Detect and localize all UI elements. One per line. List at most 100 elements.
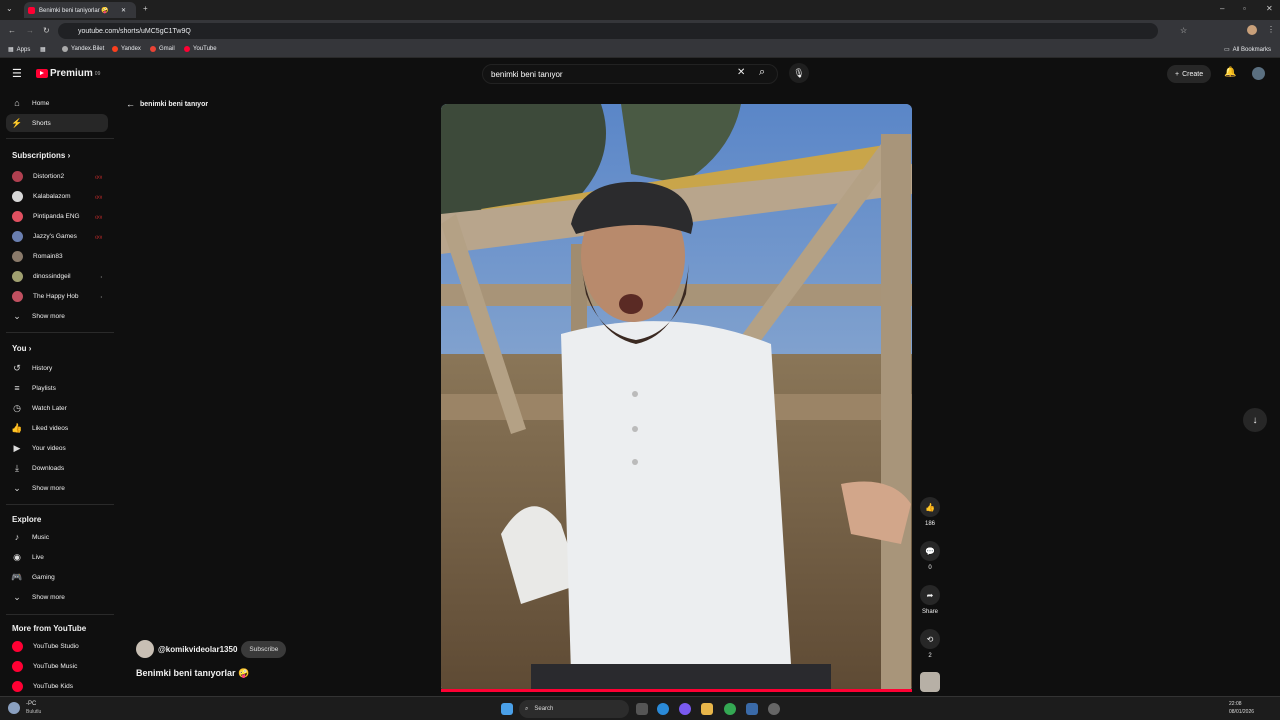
sidebar-sub-kalabalazom[interactable]: Kalabalazom ((•)) [6,187,108,205]
sidebar-item-watch-later[interactable]: ◷ Watch Later [6,399,108,417]
browser-menu-icon[interactable]: ⋮ [1267,25,1275,34]
bookmark-star-icon[interactable]: ☆ [1180,26,1187,35]
you-heading[interactable]: You › [12,344,31,353]
sidebar-sub-pintipanda[interactable]: Pintipanda ENG ((•)) [6,207,108,225]
sidebar-item-liked-videos[interactable]: 👍 Liked videos [6,419,108,437]
new-content-dot-icon: • [100,293,102,299]
remix-button[interactable]: ⟲ 2 [919,629,941,659]
create-button[interactable]: + Create [1167,65,1212,83]
sidebar-sub-dinossindgeil[interactable]: dinossindgeil • [6,267,108,285]
live-indicator-icon: ((•)) [95,213,102,219]
weather-icon[interactable] [8,702,20,714]
share-button[interactable]: ➦ Share [919,585,941,615]
sidebar-sub-distortion2[interactable]: Distortion2 ((•)) [6,167,108,185]
channel-avatar[interactable] [136,640,154,658]
subscriptions-title: Subscriptions [12,151,66,160]
channel-name[interactable]: @komikvideolar1350 [158,645,237,654]
url-text: youtube.com/shorts/uMC5gC1Tw9Q [78,27,191,35]
shorts-back-link[interactable]: ← benimki beni tanıyor [126,99,208,109]
forward-nav-icon[interactable]: → [26,26,34,35]
microphone-icon[interactable]: 🎙 [789,63,809,83]
sidebar-item-youtube-music[interactable]: YouTube Music [6,657,108,675]
sidebar-sub-jazzys-games[interactable]: Jazzy's Games ((•)) [6,227,108,245]
notifications-bell-icon[interactable]: 🔔 [1224,67,1236,78]
search-input[interactable]: benimki beni tanıyor [482,64,778,84]
sidebar-item-youtube-kids[interactable]: YouTube Kids [6,677,108,695]
youtube-logo[interactable]: Premium 09 [36,68,100,79]
all-bookmarks[interactable]: ▭ All Bookmarks [1224,46,1272,54]
sidebar-sub-romain83[interactable]: Romain83 [6,247,108,265]
bookmark-apps[interactable]: ▦ Apps [8,46,30,54]
like-icon: 👍 [11,422,23,433]
short-video-player[interactable] [441,104,912,692]
browser-icon[interactable] [679,703,691,715]
edge-icon[interactable] [657,703,669,715]
download-icon: ⤓ [15,462,19,473]
address-bar[interactable]: youtube.com/shorts/uMC5gC1Tw9Q [58,23,1158,39]
channel-avatar [12,250,23,262]
weather-desc: Bulutlu [26,709,42,715]
bookmark-yandex-bilet[interactable]: Yandex.Bilet [62,46,104,52]
remix-count: 2 [928,653,932,659]
browser-tab[interactable]: Benimki beni taniyorlar 🤪 ✕ [24,2,136,18]
divider [6,138,114,139]
channel-avatar [12,290,23,302]
bookmark-gmail[interactable]: Gmail [150,46,175,52]
close-window-icon[interactable]: ✕ [1266,4,1273,13]
new-tab-icon[interactable]: + [143,4,148,13]
bookmark-youtube[interactable]: YouTube [184,46,217,52]
sidebar-explore-show-more[interactable]: ⌄ Show more [6,588,108,606]
sidebar-item-home[interactable]: ⌂ Home [6,94,108,112]
sidebar-item-history[interactable]: ↺ History [6,359,108,377]
task-view-icon[interactable] [636,703,648,715]
subscriptions-heading[interactable]: Subscriptions › [12,151,70,160]
minimize-icon[interactable]: – [1220,4,1224,13]
sidebar-item-label: Show more [32,484,65,492]
reload-icon[interactable]: ↻ [43,26,50,35]
sidebar-item-youtube-studio[interactable]: YouTube Studio [6,637,108,655]
taskbar-time[interactable]: 22:08 [1229,701,1242,707]
chevron-down-icon: ⌄ [13,591,21,602]
youtube-icon [184,46,190,52]
close-tab-icon[interactable]: ✕ [121,7,126,14]
sidebar-item-shorts[interactable]: ⚡ Shorts [6,114,108,132]
windows-start-icon[interactable] [501,703,513,715]
sidebar-item-downloads[interactable]: ⤓ Downloads [6,459,108,477]
youtube-kids-icon [12,680,23,692]
sidebar-item-your-videos[interactable]: ▶ Your videos [6,439,108,457]
chrome-icon[interactable] [724,703,736,715]
like-button[interactable]: 👍 186 [919,497,941,527]
video-progress-bar[interactable] [441,689,912,692]
clear-search-icon[interactable]: ✕ [737,67,745,78]
sound-thumbnail[interactable] [920,672,940,692]
youtube-studio-icon [12,640,23,652]
sidebar-item-gaming[interactable]: 🎮 Gaming [6,568,108,586]
bookmark-label: All Bookmarks [1232,46,1272,53]
sidebar-item-playlists[interactable]: ≡ Playlists [6,379,108,397]
taskbar-search[interactable]: ⌕ Search [519,700,629,718]
search-icon[interactable]: ⌕ [759,66,765,79]
hamburger-menu-icon[interactable]: ☰ [12,67,22,80]
next-short-arrow-down-icon[interactable]: ↓ [1243,408,1267,432]
sidebar-subs-show-more[interactable]: ⌄ Show more [6,307,108,325]
app-icon[interactable] [746,703,758,715]
subscribe-button[interactable]: Subscribe [241,640,287,658]
taskbar-date[interactable]: 08/01/2026 [1229,709,1254,715]
account-avatar[interactable] [1252,67,1265,80]
profile-avatar[interactable] [1247,25,1257,35]
comments-button[interactable]: 💬 0 [919,541,941,571]
live-indicator-icon: ((•)) [95,193,102,199]
bookmark-yandex[interactable]: Yandex [112,46,141,52]
maximize-icon[interactable]: ▫ [1243,4,1246,13]
file-explorer-icon[interactable] [701,703,713,715]
tab-list-icon[interactable]: ⌄ [6,4,13,13]
back-nav-icon[interactable]: ← [8,26,16,35]
bookmark-label: Gmail [159,46,175,52]
sidebar-item-live[interactable]: ◉ Live [6,548,108,566]
settings-icon[interactable] [768,703,780,715]
sidebar-item-label: Playlists [32,384,56,392]
sidebar-item-music[interactable]: ♪ Music [6,528,108,546]
sidebar-you-show-more[interactable]: ⌄ Show more [6,479,108,497]
bookmark-grid[interactable]: ▦ [40,46,46,53]
sidebar-sub-happy-hob[interactable]: The Happy Hob • [6,287,108,305]
